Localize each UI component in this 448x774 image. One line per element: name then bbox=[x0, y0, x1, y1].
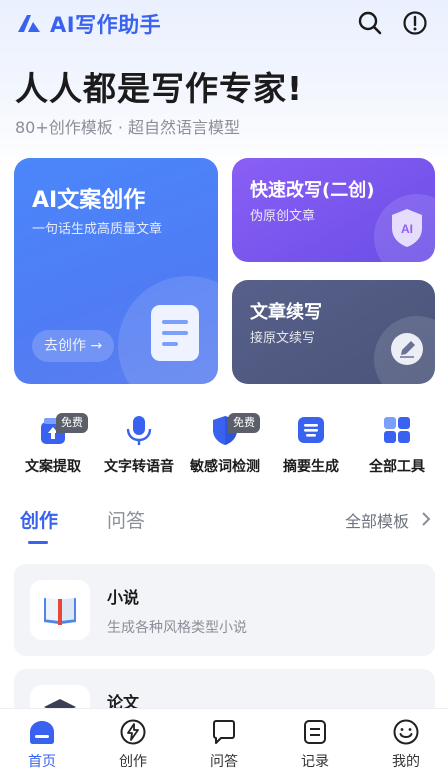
card-subtitle: 接原文续写 bbox=[250, 331, 316, 346]
app-header: AI写作助手 bbox=[0, 0, 448, 48]
nav-label: 我的 bbox=[392, 754, 420, 770]
nav-label: 创作 bbox=[119, 754, 147, 770]
all-templates-link[interactable]: 全部模板 bbox=[345, 508, 409, 532]
record-icon bbox=[304, 720, 326, 744]
logo-icon bbox=[18, 15, 40, 32]
go-create-button[interactable]: 去创作 → bbox=[32, 330, 115, 362]
nav-mine[interactable]: 我的 bbox=[374, 709, 438, 774]
tool-label: 敏感词检测 bbox=[190, 459, 260, 475]
tool-sensitive-words[interactable]: 免费 敏感词检测 bbox=[182, 410, 268, 478]
card-title: AI文案创作 bbox=[32, 188, 146, 213]
tool-all-tools[interactable]: 全部工具 bbox=[354, 410, 440, 478]
ai-shield-icon: AI bbox=[392, 209, 422, 247]
chevron-right-icon[interactable] bbox=[420, 511, 432, 527]
article-continue-card[interactable]: 文章续写 接原文续写 bbox=[232, 280, 435, 384]
nav-records[interactable]: 记录 bbox=[283, 709, 347, 774]
card-title: 快速改写(二创) bbox=[250, 180, 375, 201]
template-description: 生成各种风格类型小说 bbox=[107, 620, 247, 636]
tool-summary[interactable]: 摘要生成 bbox=[268, 410, 354, 478]
tab-create[interactable]: 创作 bbox=[20, 506, 58, 533]
nav-label: 问答 bbox=[210, 754, 238, 770]
tool-label: 文字转语音 bbox=[104, 459, 174, 475]
nav-label: 记录 bbox=[301, 754, 329, 770]
go-create-label: 去创作 bbox=[44, 338, 86, 354]
card-title: 文章续写 bbox=[250, 302, 322, 323]
free-badge: 免费 bbox=[56, 413, 88, 433]
hero-title: 人人都是写作专家! bbox=[15, 69, 304, 108]
tool-text-extract[interactable]: 免费 文案提取 bbox=[10, 410, 96, 478]
template-thumbnail bbox=[30, 580, 90, 640]
tool-text-to-speech[interactable]: 文字转语音 bbox=[96, 410, 182, 478]
active-tab-indicator bbox=[28, 541, 48, 544]
tool-label: 摘要生成 bbox=[283, 459, 339, 475]
home-icon bbox=[30, 721, 54, 744]
ai-badge-text: AI bbox=[401, 222, 413, 236]
nav-create[interactable]: 创作 bbox=[101, 709, 165, 774]
card-subtitle: 一句话生成高质量文章 bbox=[32, 222, 163, 237]
microphone-icon bbox=[126, 416, 152, 445]
chat-icon bbox=[213, 720, 235, 744]
template-name: 小说 bbox=[107, 588, 140, 607]
free-badge: 免费 bbox=[228, 413, 260, 433]
template-item-novel[interactable]: 小说 生成各种风格类型小说 bbox=[14, 564, 435, 656]
grid-icon bbox=[384, 417, 410, 443]
lightning-icon bbox=[120, 719, 146, 745]
search-icon[interactable] bbox=[357, 10, 383, 36]
nav-home[interactable]: 首页 bbox=[10, 709, 74, 774]
hero-subtitle: 80+创作模板 · 超自然语言模型 bbox=[15, 118, 241, 137]
bottom-nav: 首页 创作 问答 记录 我的 bbox=[0, 708, 448, 774]
quick-rewrite-card[interactable]: 快速改写(二创) 伪原创文章 AI bbox=[232, 158, 435, 262]
card-subtitle: 伪原创文章 bbox=[250, 209, 316, 224]
book-icon bbox=[44, 598, 76, 625]
document-icon bbox=[151, 305, 199, 361]
app-title: AI写作助手 bbox=[50, 13, 162, 37]
arrow-right-icon: → bbox=[90, 338, 103, 354]
nav-label: 首页 bbox=[28, 754, 56, 770]
info-icon[interactable] bbox=[402, 10, 428, 36]
nav-qa[interactable]: 问答 bbox=[192, 709, 256, 774]
summary-icon bbox=[298, 417, 324, 443]
tool-label: 全部工具 bbox=[369, 459, 425, 475]
pen-icon bbox=[391, 333, 423, 365]
tab-qa[interactable]: 问答 bbox=[107, 506, 145, 533]
smile-icon bbox=[393, 719, 419, 745]
tool-label: 文案提取 bbox=[25, 459, 81, 475]
ai-copywriting-card[interactable]: AI文案创作 一句话生成高质量文章 去创作 → bbox=[14, 158, 218, 384]
